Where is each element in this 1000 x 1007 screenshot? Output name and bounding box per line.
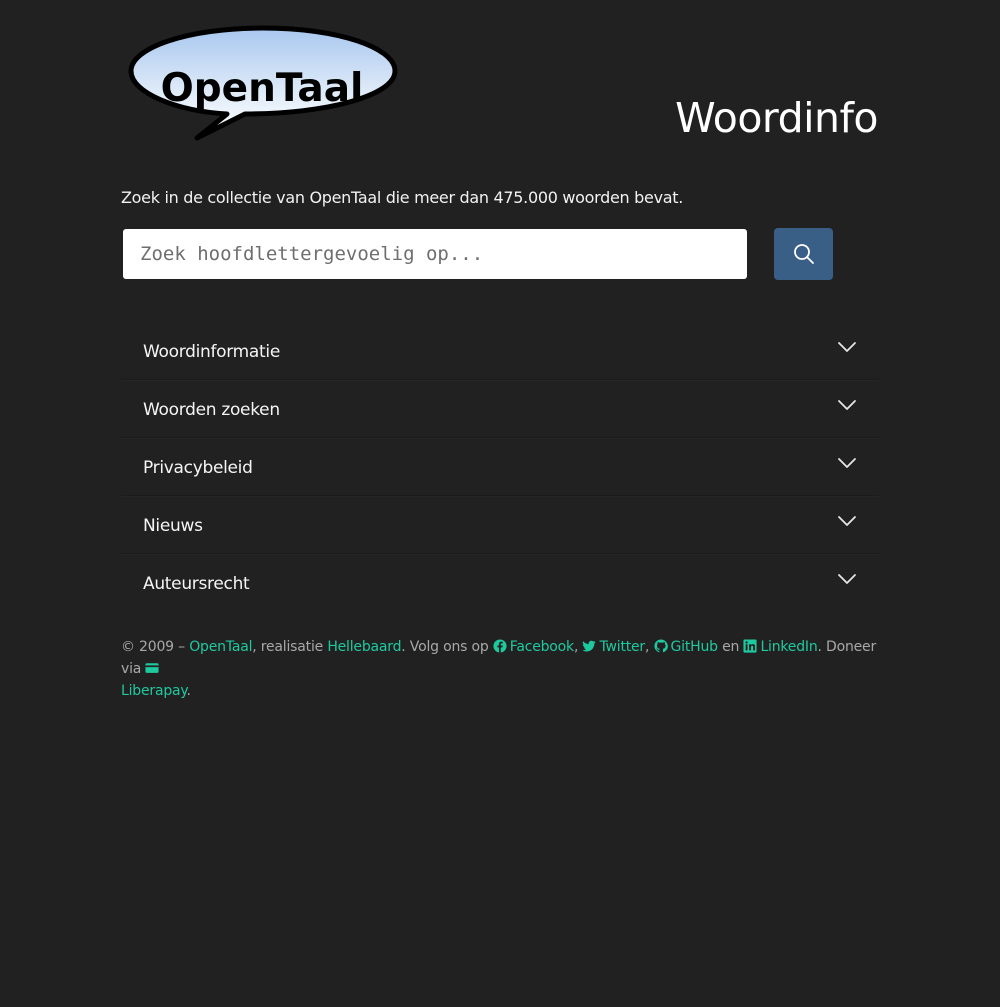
search-icon [793, 244, 814, 264]
accordion-item-nieuws[interactable]: Nieuws [121, 496, 879, 554]
search-bar [121, 228, 879, 280]
footer-text: en [717, 639, 744, 655]
chevron-down-icon [838, 342, 856, 352]
intro-text: Zoek in de collectie van OpenTaal die me… [121, 188, 683, 207]
accordion-item-privacybeleid[interactable]: Privacybeleid [121, 438, 879, 496]
footer-text: . [186, 683, 191, 699]
facebook-link[interactable]: Facebook [493, 639, 574, 655]
header: OpenTaal Woordinfo [121, 0, 879, 178]
footer-text: , realisatie [252, 639, 328, 655]
github-icon [653, 639, 668, 653]
opentaal-link[interactable]: OpenTaal [189, 639, 252, 655]
credit-card-icon [145, 663, 159, 673]
page-title: Woordinfo [675, 94, 878, 142]
copyright-text: © 2009 – [121, 639, 190, 655]
accordion-item-label: Auteursrecht [143, 574, 250, 594]
twitter-icon [582, 640, 597, 652]
accordion-item-auteursrecht[interactable]: Auteursrecht [121, 554, 879, 611]
chevron-down-icon [838, 400, 856, 410]
facebook-icon [493, 639, 507, 653]
search-input[interactable] [123, 229, 747, 279]
accordion-item-woorden-zoeken[interactable]: Woorden zoeken [121, 380, 879, 438]
github-link[interactable]: GitHub [653, 639, 719, 655]
twitter-link-label: Twitter [599, 639, 645, 655]
accordion-item-label: Woorden zoeken [143, 400, 280, 420]
search-button[interactable] [774, 228, 833, 280]
liberapay-link-label: Liberapay [121, 683, 187, 699]
accordion: Woordinformatie Woorden zoeken Privacybe… [121, 322, 879, 611]
chevron-down-icon [838, 574, 856, 584]
accordion-item-woordinformatie[interactable]: Woordinformatie [121, 322, 879, 380]
accordion-item-label: Woordinformatie [143, 342, 280, 362]
chevron-down-icon [838, 516, 856, 526]
linkedin-link[interactable]: LinkedIn [743, 639, 818, 655]
github-link-label: GitHub [670, 639, 719, 655]
linkedin-icon [743, 639, 757, 653]
footer-text: . Volg ons op [401, 639, 493, 655]
logo-text: OpenTaal [160, 65, 364, 111]
accordion-item-label: Nieuws [143, 516, 203, 536]
page: OpenTaal Woordinfo Zoek in de collectie … [121, 0, 879, 702]
footer: © 2009 – OpenTaal, realisatie Hellebaard… [121, 636, 879, 702]
accordion-item-label: Privacybeleid [143, 458, 253, 478]
hellebaard-link[interactable]: Hellebaard [327, 639, 401, 655]
linkedin-link-label: LinkedIn [760, 639, 818, 655]
opentaal-logo[interactable]: OpenTaal [125, 22, 401, 142]
chevron-down-icon [838, 458, 856, 468]
twitter-link[interactable]: Twitter [582, 639, 645, 655]
facebook-link-label: Facebook [509, 639, 574, 655]
footer-text: , [645, 639, 654, 655]
